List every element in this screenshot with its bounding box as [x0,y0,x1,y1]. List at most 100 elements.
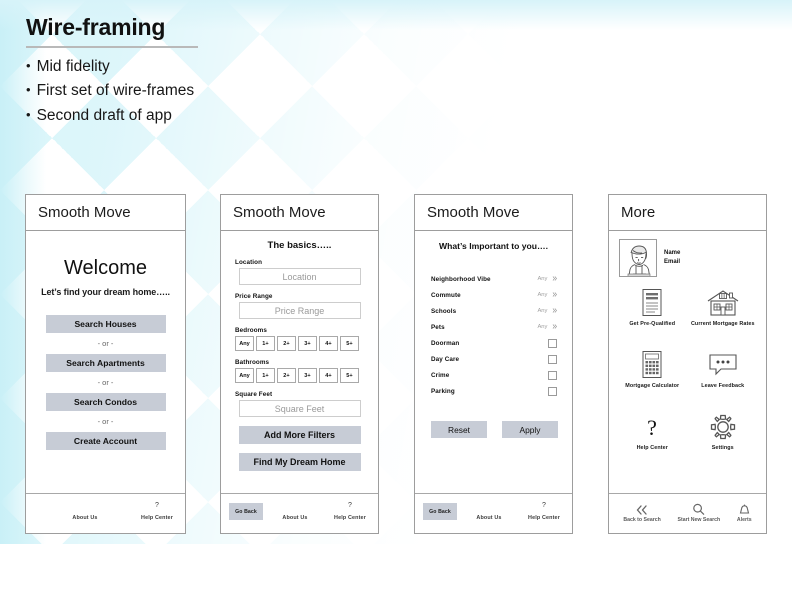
bathrooms-option[interactable]: 2+ [277,368,296,383]
bathrooms-option[interactable]: 5+ [340,368,359,383]
help-center-icon: ? [155,502,159,509]
bedrooms-option[interactable]: 2+ [277,336,296,351]
welcome-heading: Welcome [64,257,147,279]
search-apartments-button[interactable]: Search Apartments [45,354,166,372]
square-feet-input[interactable]: Square Feet [238,400,361,417]
or-separator: - or - [97,339,114,348]
preference-row-day-care[interactable]: Day Care [431,351,558,367]
price-range-label: Price Range [235,293,273,300]
preference-label: Doorman [431,339,460,347]
nav-label: Back to Search [623,517,661,524]
bathrooms-label: Bathrooms [235,359,270,366]
bathrooms-option[interactable]: 1+ [256,368,275,383]
about-us-link[interactable]: About Us [269,515,321,522]
section-title: The basics….. [267,240,332,251]
preference-value: Any [537,324,548,330]
add-more-filters-button[interactable]: Add More Filters [238,426,361,444]
preference-row-parking[interactable]: Parking [431,383,558,399]
chevron-right-icon: » [552,289,558,300]
user-portrait-icon [627,245,651,276]
preference-value: Any [537,308,548,314]
create-account-button[interactable]: Create Account [45,432,166,450]
mortgage-calculator-item[interactable]: Mortgage Calculator [617,349,688,405]
bathrooms-option[interactable]: Any [235,368,254,383]
chevron-right-icon: » [552,321,558,332]
bullet-item: • Mid fidelity [26,55,446,79]
settings-item[interactable]: Settings [688,411,759,467]
bathrooms-option[interactable]: 3+ [298,368,317,383]
app-title: Smooth Move [233,204,326,221]
bedrooms-option[interactable]: Any [235,336,254,351]
question-mark-icon: ? [642,411,662,443]
preference-row-pets[interactable]: Pets Any » [431,319,558,335]
bullet-text: Second draft of app [36,106,172,124]
more-options-grid: Get Pre-Qualified Current Mortgage Rates… [609,287,766,467]
parking-checkbox[interactable] [548,386,557,396]
bullet-marker: • [26,58,31,73]
bathrooms-option[interactable]: 4+ [319,368,338,383]
nav-alerts[interactable]: Alerts [737,503,752,524]
bedrooms-option[interactable]: 1+ [256,336,275,351]
about-us-link[interactable]: About Us [60,515,110,522]
leave-feedback-item[interactable]: Leave Feedback [688,349,759,405]
crime-checkbox[interactable] [548,370,557,380]
profile-email: Email [664,259,681,265]
more-item-label: Mortgage Calculator [625,383,680,389]
profile-row[interactable]: Name Email [609,231,766,277]
nav-start-new-search[interactable]: Start New Search [678,503,720,524]
current-mortgage-rates-item[interactable]: Current Mortgage Rates [688,287,759,343]
bedrooms-segmented-control: Any 1+ 2+ 3+ 4+ 5+ [235,336,378,351]
preferences-body: What’s Important to you…. Neighborhood V… [415,231,572,493]
more-item-label: Leave Feedback [701,383,745,389]
app-title: Smooth Move [427,204,520,221]
footer-bar: Go Back About Us ? Help Center [415,493,572,533]
apply-button[interactable]: Apply [502,421,558,438]
welcome-body: Welcome Let’s find your dream home….. Se… [26,231,185,493]
get-pre-qualified-item[interactable]: Get Pre-Qualified [617,287,688,343]
go-back-button[interactable]: Go Back [423,503,457,520]
location-input[interactable]: Location [238,268,361,285]
app-title: More [621,204,656,221]
find-my-dream-home-button[interactable]: Find My Dream Home [238,453,361,471]
preference-label: Crime [431,371,450,379]
welcome-subtitle: Let’s find your dream home….. [41,287,170,297]
doorman-checkbox[interactable] [548,338,557,348]
svg-text:?: ? [647,415,657,440]
preference-row-commute[interactable]: Commute Any » [431,287,558,303]
wireframe-screen-basics: Smooth Move The basics….. Location Locat… [220,194,379,534]
help-center-link[interactable]: Help Center [325,515,375,522]
search-condos-button[interactable]: Search Condos [45,393,166,411]
reset-button[interactable]: Reset [431,421,487,438]
bedrooms-option[interactable]: 5+ [340,336,359,351]
preference-row-neighborhood-vibe[interactable]: Neighborhood Vibe Any » [431,271,558,287]
or-separator: - or - [97,417,114,426]
avatar[interactable] [619,239,657,277]
preference-row-doorman[interactable]: Doorman [431,335,558,351]
bottom-navigation-bar: Back to Search Start New Search Alerts [609,493,766,533]
basics-body: The basics….. Location Location Price Ra… [221,231,378,493]
bell-icon [738,503,751,516]
app-header: More [609,195,766,231]
app-header: Smooth Move [221,195,378,231]
price-range-input[interactable]: Price Range [238,302,361,319]
app-title: Smooth Move [38,204,131,221]
bullet-item: • Second draft of app [26,104,446,128]
help-center-link[interactable]: Help Center [132,515,182,522]
slide-heading: Wire-framing • Mid fidelity • First set … [26,14,446,128]
bullet-marker: • [26,106,31,122]
wireframe-screen-more: More Name Email Get Pre-Qualified Curren… [608,194,767,534]
nav-back-to-search[interactable]: Back to Search [623,503,661,524]
help-center-link[interactable]: Help Center [519,515,569,522]
help-center-item[interactable]: ? Help Center [617,411,688,467]
bullet-item: • First set of wire-frames [26,79,446,103]
preference-row-crime[interactable]: Crime [431,367,558,383]
about-us-link[interactable]: About Us [463,515,515,522]
search-houses-button[interactable]: Search Houses [45,315,166,333]
day-care-checkbox[interactable] [548,354,557,364]
preference-row-schools[interactable]: Schools Any » [431,303,558,319]
go-back-button[interactable]: Go Back [229,503,263,520]
bedrooms-option[interactable]: 3+ [298,336,317,351]
bathrooms-segmented-control: Any 1+ 2+ 3+ 4+ 5+ [235,368,378,383]
document-icon [640,287,664,319]
bedrooms-option[interactable]: 4+ [319,336,338,351]
